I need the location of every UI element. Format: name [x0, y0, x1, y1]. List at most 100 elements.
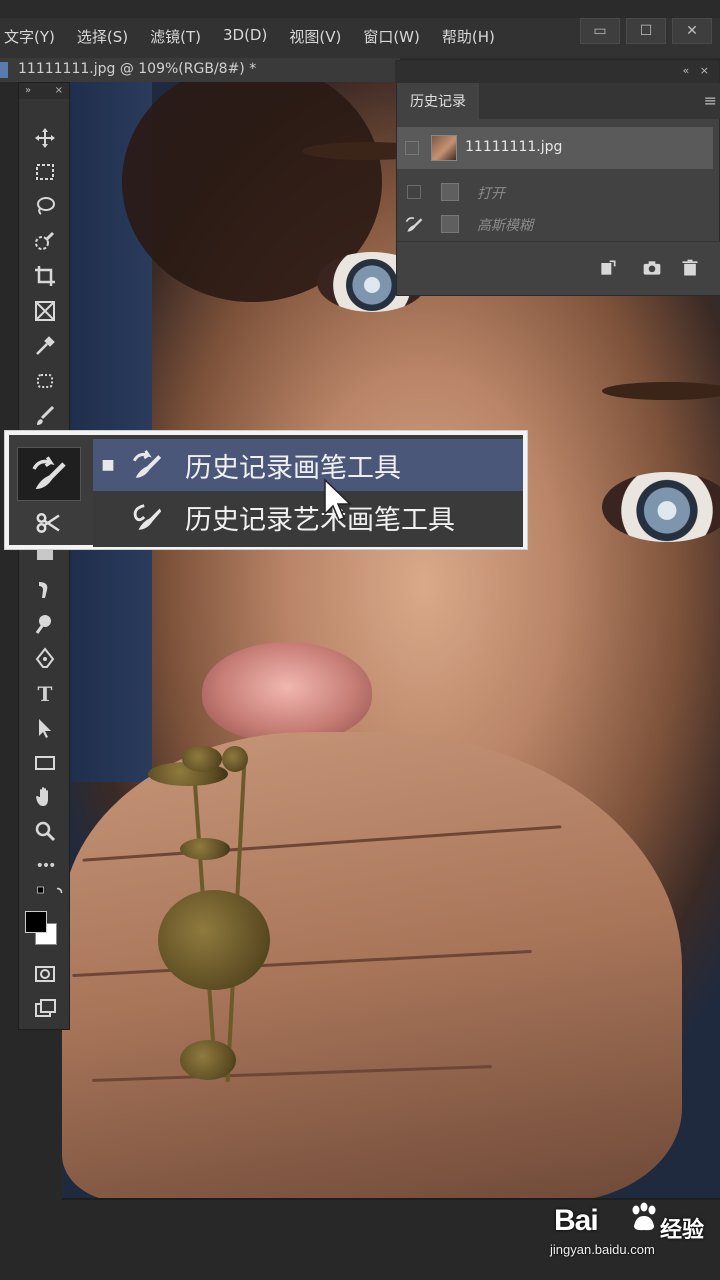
patch-tool[interactable] [19, 366, 71, 396]
photo-eye-right [602, 472, 720, 542]
quick-select-tool[interactable] [19, 226, 71, 256]
swap-colors-button[interactable] [19, 883, 71, 903]
history-step-open[interactable]: 打开 [397, 177, 720, 207]
minimize-button[interactable]: ▭ [580, 18, 620, 44]
new-document-icon [601, 260, 616, 275]
history-brush-icon [32, 456, 66, 489]
document-state-icon [441, 183, 459, 201]
collapse-icon[interactable]: » [25, 85, 31, 97]
menu-window[interactable]: 窗口(W) [363, 26, 420, 47]
move-tool[interactable] [19, 123, 71, 153]
dodge-tool[interactable] [19, 609, 71, 639]
quick-select-icon [35, 231, 55, 250]
quickmask-icon [35, 966, 55, 982]
history-brush-tool[interactable] [17, 447, 81, 501]
hand-tool[interactable] [19, 782, 71, 812]
art-history-brush-icon [123, 497, 171, 537]
crop-tool[interactable] [19, 261, 71, 291]
zoom-tool[interactable] [19, 816, 71, 846]
zoom-icon [35, 821, 56, 842]
tools-panel-header: » × [19, 83, 69, 99]
baidu-paw-icon [632, 1202, 656, 1231]
dodge-icon [35, 615, 51, 634]
menu-view[interactable]: 视图(V) [289, 26, 341, 47]
photoshop-window: 文字(Y) 选择(S) 滤镜(T) 3D(D) 视图(V) 窗口(W) 帮助(H… [0, 0, 720, 1280]
more-tools[interactable]: ••• [19, 851, 71, 881]
marquee-tool[interactable] [19, 157, 71, 187]
panel-menu-icon[interactable]: ≡ [704, 91, 717, 110]
history-step-label: 高斯模糊 [477, 218, 533, 234]
brush-tool[interactable] [19, 401, 71, 431]
menu-type[interactable]: 文字(Y) [4, 26, 55, 47]
more-icon: ••• [35, 858, 57, 874]
photo-bead [180, 838, 230, 860]
close-icon[interactable]: × [55, 85, 63, 97]
patch-icon [37, 374, 53, 388]
history-footer [397, 241, 720, 295]
menu-items: 文字(Y) 选择(S) 滤镜(T) 3D(D) 视图(V) 窗口(W) 帮助(H… [4, 26, 517, 47]
history-brush-source-icon[interactable] [403, 215, 425, 235]
path-select-icon [39, 719, 51, 738]
tab-marker [0, 62, 8, 78]
pen-tool[interactable] [19, 644, 71, 674]
rectangle-icon [35, 756, 55, 770]
swap-colors-icon [37, 886, 63, 894]
path-select-tool[interactable] [19, 713, 71, 743]
brush-icon [37, 405, 55, 425]
clone-stamp-tool-partial[interactable] [17, 505, 81, 541]
watermark-suffix: 经验 [660, 1218, 705, 1243]
history-step-label: 打开 [477, 186, 505, 202]
flyout-menu: ■ 历史记录画笔工具 历史记录艺术画笔工具 [93, 435, 523, 547]
lasso-tool[interactable] [19, 191, 71, 221]
history-snapshot[interactable]: 11111111.jpg [397, 127, 713, 169]
close-panel-icon[interactable]: × [700, 64, 709, 77]
clone-stamp-icon [36, 513, 60, 533]
photo-lips [202, 642, 372, 742]
menu-bar: 文字(Y) 选择(S) 滤镜(T) 3D(D) 视图(V) 窗口(W) 帮助(H… [0, 0, 720, 58]
frame-icon [35, 301, 55, 321]
watermark-brand: Bai [554, 1204, 599, 1237]
flyout-inner: ■ 历史记录画笔工具 历史记录艺术画笔工具 [9, 435, 523, 547]
photo-hand [62, 732, 682, 1198]
menu-3d[interactable]: 3D(D) [223, 26, 267, 47]
menu-help[interactable]: 帮助(H) [442, 26, 495, 47]
selected-bullet: ■ [101, 457, 115, 473]
type-tool[interactable]: T [19, 679, 71, 709]
watermark-url: jingyan.baidu.com [550, 1242, 655, 1257]
tab-history[interactable]: 历史记录 [397, 83, 479, 119]
new-snapshot-button[interactable] [641, 258, 663, 278]
eyedropper-tool[interactable] [19, 331, 71, 361]
history-panel: « × 历史记录 ≡ 11111111.jpg 打开 高斯模糊 [395, 60, 720, 296]
photo-bead [180, 1040, 236, 1080]
snapshot-source-checkbox[interactable] [405, 141, 419, 155]
history-source-checkbox[interactable] [407, 185, 421, 199]
camera-icon [643, 261, 661, 275]
new-document-button[interactable] [597, 258, 619, 278]
collapse-panel-icon[interactable]: « [683, 64, 690, 77]
history-brush-flyout: ■ 历史记录画笔工具 历史记录艺术画笔工具 [4, 430, 528, 550]
snapshot-thumbnail [431, 135, 457, 161]
quickmask-button[interactable] [19, 959, 71, 989]
title-strip [0, 0, 720, 18]
marquee-icon [36, 164, 54, 180]
screenmode-button[interactable] [19, 993, 71, 1023]
crop-icon [35, 266, 55, 286]
maximize-button[interactable]: ☐ [626, 18, 666, 44]
foreground-color-swatch[interactable] [25, 911, 47, 933]
menu-filter[interactable]: 滤镜(T) [150, 26, 201, 47]
document-tab[interactable]: 11111111.jpg @ 109%(RGB/8#) * [0, 58, 400, 82]
history-tabbar: 历史记录 ≡ [397, 83, 720, 119]
history-step-gaussian-blur[interactable]: 高斯模糊 [397, 209, 720, 239]
menu-item-label: 历史记录艺术画笔工具 [185, 504, 455, 536]
menu-item-art-history-brush[interactable]: 历史记录艺术画笔工具 [93, 491, 523, 543]
menu-select[interactable]: 选择(S) [77, 26, 128, 47]
menu-item-history-brush[interactable]: ■ 历史记录画笔工具 [93, 439, 523, 491]
delete-state-button[interactable] [679, 258, 701, 278]
rectangle-tool[interactable] [19, 748, 71, 778]
smudge-tool[interactable] [19, 575, 71, 605]
mouse-cursor-icon [324, 478, 352, 521]
frame-tool[interactable] [19, 296, 71, 326]
snapshot-name: 11111111.jpg [465, 139, 563, 155]
close-button[interactable]: ✕ [672, 18, 712, 44]
minimize-icon: ▭ [593, 23, 607, 39]
